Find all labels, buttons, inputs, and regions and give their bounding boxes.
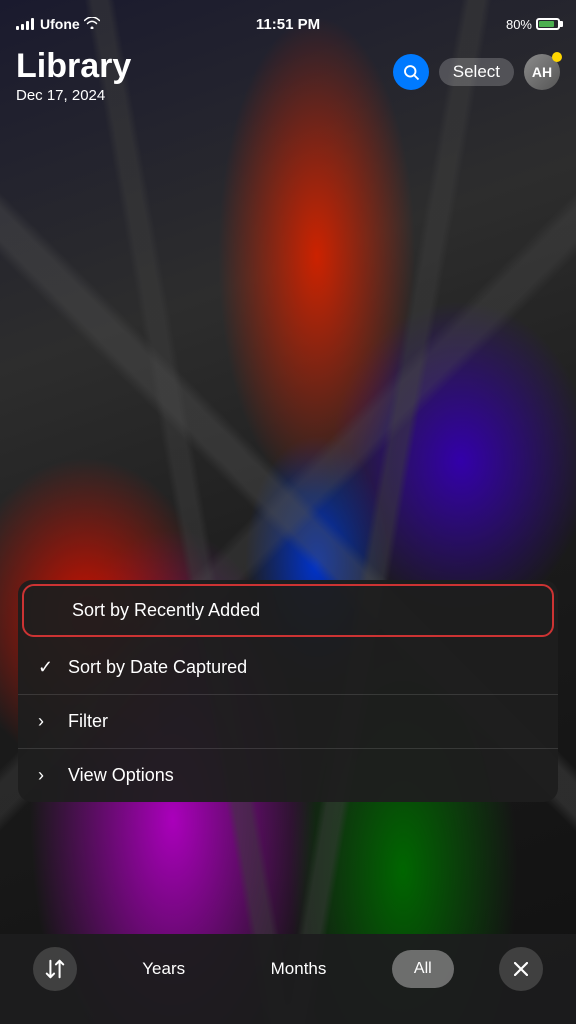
bottom-toolbar: Years Months All bbox=[0, 934, 576, 1024]
dropdown-item-sort-date[interactable]: ✓ Sort by Date Captured bbox=[18, 641, 558, 695]
status-bar: Ufone 11:51 PM 80% bbox=[0, 0, 576, 44]
avatar[interactable]: AH bbox=[524, 54, 560, 90]
status-time: 11:51 PM bbox=[256, 16, 320, 33]
months-label: Months bbox=[271, 959, 327, 979]
status-left: Ufone bbox=[16, 16, 100, 32]
sort-recently-label: Sort by Recently Added bbox=[72, 600, 260, 621]
close-button[interactable] bbox=[499, 947, 543, 991]
header: Library Dec 17, 2024 Select AH bbox=[0, 44, 576, 112]
all-label: All bbox=[414, 960, 432, 978]
view-options-chevron: › bbox=[38, 765, 58, 786]
status-right: 80% bbox=[506, 17, 560, 32]
select-button[interactable]: Select bbox=[439, 58, 514, 86]
avatar-badge bbox=[552, 52, 562, 62]
wifi-icon bbox=[84, 16, 100, 32]
dropdown-item-sort-recently[interactable]: Sort by Recently Added bbox=[22, 584, 554, 637]
filter-chevron: › bbox=[38, 711, 58, 732]
avatar-initials: AH bbox=[532, 64, 552, 80]
years-label: Years bbox=[142, 959, 185, 979]
view-options-label: View Options bbox=[68, 765, 174, 786]
header-left: Library Dec 17, 2024 bbox=[16, 48, 131, 104]
dropdown-item-filter[interactable]: › Filter bbox=[18, 695, 558, 749]
sort-order-button[interactable] bbox=[33, 947, 77, 991]
background-photo bbox=[0, 0, 576, 1024]
signal-bars bbox=[16, 18, 34, 30]
months-tab[interactable]: Months bbox=[251, 949, 347, 989]
battery-percent: 80% bbox=[506, 17, 532, 32]
search-button[interactable] bbox=[393, 54, 429, 90]
page-title: Library bbox=[16, 48, 131, 85]
carrier-name: Ufone bbox=[40, 16, 80, 32]
header-date: Dec 17, 2024 bbox=[16, 87, 131, 104]
dropdown-item-view-options[interactable]: › View Options bbox=[18, 749, 558, 802]
sort-date-label: Sort by Date Captured bbox=[68, 657, 247, 678]
dropdown-menu: Sort by Recently Added ✓ Sort by Date Ca… bbox=[18, 580, 558, 802]
close-icon bbox=[514, 962, 528, 976]
battery-fill bbox=[539, 21, 554, 27]
filter-label: Filter bbox=[68, 711, 108, 732]
years-tab[interactable]: Years bbox=[122, 949, 205, 989]
sort-icon bbox=[44, 958, 66, 980]
all-tab[interactable]: All bbox=[392, 950, 454, 988]
search-icon bbox=[402, 63, 420, 81]
header-right: Select AH bbox=[393, 54, 560, 90]
sort-date-check: ✓ bbox=[38, 657, 58, 678]
battery-container: 80% bbox=[506, 17, 560, 32]
battery-icon bbox=[536, 18, 560, 30]
